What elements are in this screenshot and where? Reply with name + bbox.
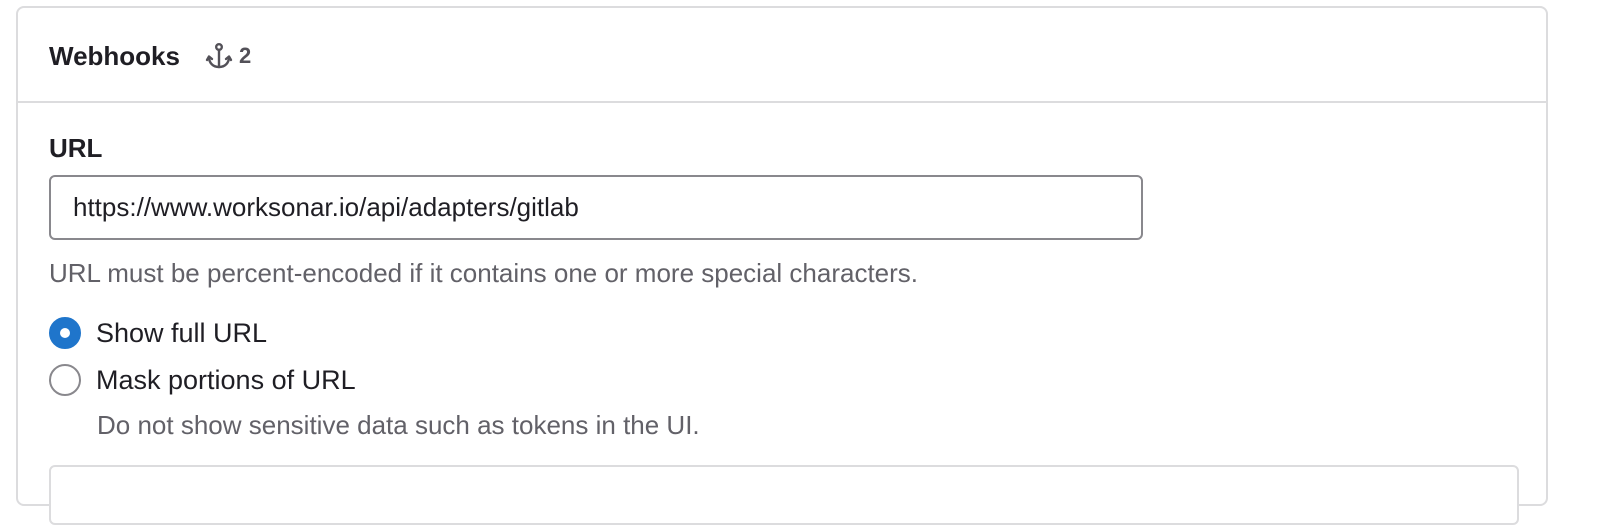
url-label: URL [49, 133, 103, 163]
mask-url-option[interactable]: Mask portions of URL [49, 364, 356, 396]
mask-url-help-text: Do not show sensitive data such as token… [97, 410, 700, 440]
show-full-url-label[interactable]: Show full URL [96, 317, 267, 349]
url-input[interactable] [49, 175, 1143, 240]
card-title: Webhooks [49, 41, 180, 71]
webhook-count: 2 [239, 43, 252, 68]
card-header: Webhooks 2 [18, 8, 1546, 103]
webhook-count-badge: 2 [205, 41, 251, 71]
url-help-text: URL must be percent-encoded if it contai… [49, 258, 919, 288]
mask-url-label[interactable]: Mask portions of URL [96, 364, 356, 396]
webhooks-card: Webhooks 2 URL URL must be percent-encod… [16, 6, 1548, 525]
webhook-icon [205, 42, 233, 70]
show-full-url-radio[interactable] [49, 317, 81, 349]
next-section-box [49, 465, 1519, 525]
mask-url-radio[interactable] [49, 364, 81, 396]
show-full-url-option[interactable]: Show full URL [49, 317, 267, 349]
